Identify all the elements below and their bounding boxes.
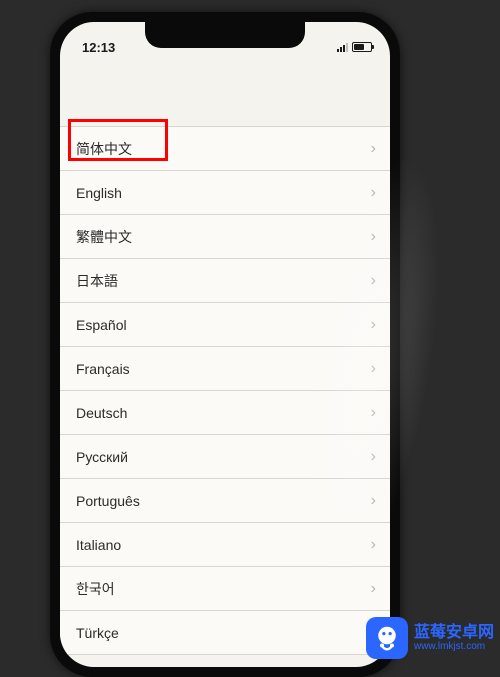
chevron-right-icon: › [371,184,376,202]
list-item-french[interactable]: Français › [60,347,390,391]
chevron-right-icon: › [371,580,376,598]
list-item-label: 日本語 [76,271,118,291]
watermark-text: 蓝莓安卓网 www.lmkjst.com [414,624,494,653]
list-item-traditional-chinese[interactable]: 繁體中文 › [60,215,390,259]
status-indicators [337,42,372,52]
watermark-icon [366,617,408,659]
list-item-italian[interactable]: Italiano › [60,523,390,567]
chevron-right-icon: › [371,272,376,290]
watermark-title: 蓝莓安卓网 [414,624,494,642]
list-item-korean[interactable]: 한국어 › [60,567,390,611]
screen-content: 12:13 简体中文 › English › [60,22,390,667]
chevron-right-icon: › [371,536,376,554]
watermark: 蓝莓安卓网 www.lmkjst.com [366,617,494,659]
list-item-simplified-chinese[interactable]: 简体中文 › [60,127,390,171]
list-item-spanish[interactable]: Español › [60,303,390,347]
list-item-portuguese[interactable]: Português › [60,479,390,523]
notch [145,22,305,48]
list-item-label: Français [76,361,130,377]
screen: 12:13 简体中文 › English › [60,22,390,667]
list-item-japanese[interactable]: 日本語 › [60,259,390,303]
chevron-right-icon: › [371,404,376,422]
chevron-right-icon: › [371,448,376,466]
signal-icon [337,42,348,52]
chevron-right-icon: › [371,360,376,378]
chevron-right-icon: › [371,228,376,246]
phone-frame: 12:13 简体中文 › English › [50,12,400,677]
language-list: 简体中文 › English › 繁體中文 › 日本語 › Español [60,126,390,655]
header-space [60,64,390,126]
watermark-url: www.lmkjst.com [414,641,494,652]
list-item-label: 简体中文 [76,139,132,159]
list-item-label: Português [76,493,140,509]
list-item-english[interactable]: English › [60,171,390,215]
list-item-label: Italiano [76,537,121,553]
list-item-label: 繁體中文 [76,227,132,247]
list-item-german[interactable]: Deutsch › [60,391,390,435]
chevron-right-icon: › [371,316,376,334]
list-item-russian[interactable]: Русский › [60,435,390,479]
chevron-right-icon: › [371,492,376,510]
list-item-turkish[interactable]: Türkçe › [60,611,390,655]
list-item-label: English [76,185,122,201]
status-time: 12:13 [82,40,115,55]
list-item-label: Español [76,317,127,333]
list-item-label: Deutsch [76,405,127,421]
battery-icon [352,42,372,52]
chevron-right-icon: › [371,140,376,158]
list-item-label: 한국어 [76,579,115,599]
list-item-label: Русский [76,449,128,465]
list-item-label: Türkçe [76,625,119,641]
